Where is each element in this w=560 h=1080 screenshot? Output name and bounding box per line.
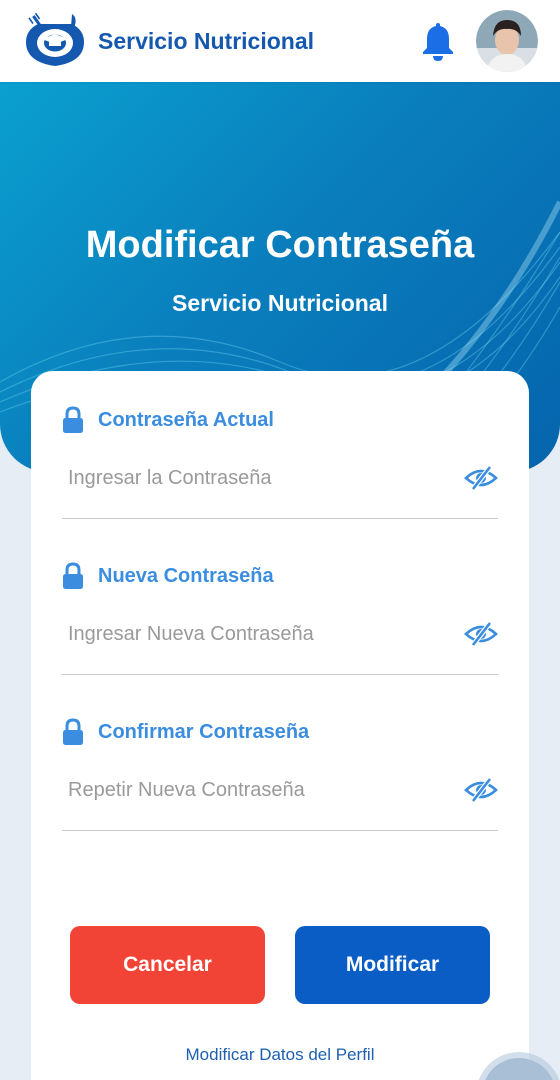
current-password-field: Contraseña Actual — [62, 405, 498, 525]
page-subtitle: Servicio Nutricional — [171, 290, 388, 316]
field-label: Contraseña Actual — [62, 405, 274, 435]
new-password-input[interactable] — [62, 609, 498, 659]
app-title: Servicio Nutricional — [98, 27, 315, 54]
new-password-label: Nueva Contraseña — [98, 564, 274, 587]
password-form-card: Contraseña Actual Nueva Contraseña Confi… — [31, 371, 529, 1080]
confirm-password-input[interactable] — [62, 765, 498, 815]
eye-slash-icon[interactable] — [464, 619, 498, 649]
input-underline — [62, 674, 498, 675]
lock-icon — [62, 718, 84, 746]
confirm-password-label: Confirmar Contraseña — [98, 720, 310, 743]
modify-button[interactable]: Modificar — [295, 926, 490, 1004]
confirm-password-field: Confirmar Contraseña — [62, 717, 498, 837]
edit-profile-link[interactable]: Modificar Datos del Perfil — [31, 1045, 529, 1065]
user-avatar[interactable] — [476, 10, 538, 72]
eye-slash-icon[interactable] — [464, 463, 498, 493]
app-bar: Servicio Nutricional — [0, 0, 560, 82]
new-password-field: Nueva Contraseña — [62, 561, 498, 681]
input-underline — [62, 518, 498, 519]
lock-icon — [62, 406, 84, 434]
page-title: Modificar Contraseña — [85, 224, 475, 266]
current-password-label: Contraseña Actual — [98, 408, 274, 431]
field-label: Confirmar Contraseña — [62, 717, 309, 747]
input-underline — [62, 830, 498, 831]
current-password-input[interactable] — [62, 453, 498, 503]
eye-slash-icon[interactable] — [464, 775, 498, 805]
servicio-nutricional-logo-icon[interactable] — [22, 12, 88, 70]
notification-bell-icon[interactable] — [418, 19, 458, 63]
lock-icon — [62, 562, 84, 590]
cancel-button[interactable]: Cancelar — [70, 926, 265, 1004]
field-label: Nueva Contraseña — [62, 561, 274, 591]
